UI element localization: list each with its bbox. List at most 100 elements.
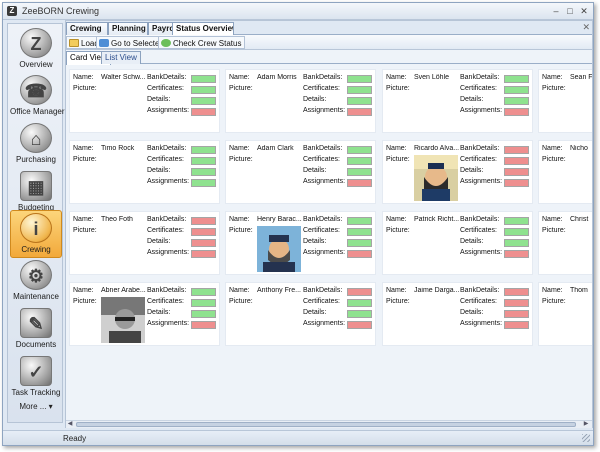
details-label: Details: [460,167,484,174]
crew-card[interactable]: Name: Adam Clark Picture: BankDetails: Certi… [225,140,376,204]
crew-card[interactable]: Name: Timo Rock Picture: BankDetails: Certif… [69,140,220,204]
certs-label: Certificates: [147,227,184,234]
crew-card[interactable]: Name: Henry Barac... Picture: BankDetails: C… [225,211,376,275]
bank-label: BankDetails: [147,216,187,223]
crew-card[interactable]: Name: Abner Arabe... Picture: BankDetails: C… [69,282,220,346]
details-label: Details: [303,167,327,174]
name-label: Name: [542,74,563,81]
bank-label: BankDetails: [147,287,187,294]
tab-label: Status Overview [176,24,234,33]
check-crew-status-button[interactable]: Check Crew Status [158,36,246,49]
crew-card[interactable]: Name: Sven Löhle Picture: BankDetails: Certi… [382,69,533,133]
crew-card[interactable]: Name: Ricardo Alva... Picture: BankDetails:… [382,140,533,204]
name-label: Name: [73,74,94,81]
sidebar-item-crewing[interactable]: i Crewing [10,210,62,258]
details-label: Details: [303,238,327,245]
crew-card[interactable]: Name: Jaime Darga... Picture: BankDetails: C… [382,282,533,346]
close-tab-icon[interactable]: ✕ [582,22,590,33]
assign-status-indicator [191,179,216,187]
name-label: Name: [229,74,250,81]
tab-planning[interactable]: Planning [108,22,148,35]
assign-label: Assignments: [303,178,346,185]
details-label: Details: [460,238,484,245]
name-label: Name: [386,287,407,294]
main-panel: Crewing Planning Payro Status Overview ✕… [65,20,593,428]
details-status-indicator [191,168,216,176]
status-bar: Ready [3,430,593,445]
crew-card-grid[interactable]: Name: Walter Schw... Picture: BankDetails: C… [66,65,592,421]
sidebar-item-maintenance[interactable]: ⚙ Maintenance [10,258,62,306]
sidebar-item-label: Documents [15,340,57,349]
crew-card[interactable]: Name: Nicho Picture: [538,140,592,204]
assign-status-indicator [504,321,529,329]
minimize-icon[interactable]: – [549,5,563,17]
sidebar-item-office-manager[interactable]: ☎ Office Manager [10,73,65,121]
crew-card[interactable]: Name: Christ Picture: [538,211,592,275]
bank-label: BankDetails: [147,74,187,81]
sidebar-item-task-tracking[interactable]: ✓ Task Tracking [10,354,62,402]
name-label: Name: [73,145,94,152]
window-title: ZeeBORN Crewing [22,6,100,16]
sidebar-item-overview[interactable]: Z Overview [10,26,62,74]
certs-status-indicator [347,299,372,307]
certs-label: Certificates: [147,298,184,305]
details-status-indicator [347,97,372,105]
maximize-icon[interactable]: □ [563,5,577,17]
folder-icon [69,39,79,47]
certs-status-indicator [191,228,216,236]
name-label: Name: [73,287,94,294]
tab-payroll[interactable]: Payro [148,22,173,35]
assign-label: Assignments: [303,249,346,256]
sidebar-item-purchasing[interactable]: ⌂ Purchasing [10,121,62,169]
tab-label: Payro [152,24,173,33]
assign-label: Assignments: [303,320,346,327]
document-tab-strip: Crewing Planning Payro Status Overview ✕ [66,21,592,36]
scrollbar-thumb[interactable] [76,422,576,427]
crew-card[interactable]: Name: Adam Morris Picture: BankDetails: Cert… [225,69,376,133]
crew-name: Ricardo Alva... [414,145,460,152]
icon-glyph: ☎ [24,81,48,101]
budgeting-icon: ▦ [20,171,52,201]
picture-label: Picture: [542,85,566,92]
certs-label: Certificates: [303,85,340,92]
sidebar-item-label: Maintenance [13,292,59,301]
crew-card[interactable]: Name: Thom Picture: [538,282,592,346]
bank-status-indicator [347,288,372,296]
tab-status-overview[interactable]: Status Overview [172,22,234,36]
picture-label: Picture: [229,227,253,234]
bank-label: BankDetails: [303,74,343,81]
horizontal-scrollbar[interactable]: ◀ ▶ [66,420,592,428]
crew-card[interactable]: Name: Anthony Fre... Picture: BankDetails: C… [225,282,376,346]
bank-status-indicator [504,217,529,225]
certs-label: Certificates: [460,156,497,163]
crew-card[interactable]: Name: Patrick Richt... Picture: BankDetails… [382,211,533,275]
crew-card[interactable]: Name: Walter Schw... Picture: BankDetails: C… [69,69,220,133]
resize-grip-icon[interactable] [582,434,590,442]
bank-label: BankDetails: [460,287,500,294]
task-tracking-icon: ✓ [20,356,52,386]
crew-card[interactable]: Name: Sean F Picture: [538,69,592,133]
details-status-indicator [347,168,372,176]
details-status-indicator [347,310,372,318]
name-label: Name: [386,216,407,223]
bank-status-indicator [191,75,216,83]
crew-name: Sven Löhle [414,74,450,81]
icon-glyph: ✎ [28,314,44,334]
tab-crewing[interactable]: Crewing [66,22,108,35]
documents-icon: ✎ [20,308,52,338]
close-icon[interactable]: ✕ [577,5,591,17]
sidebar-item-documents[interactable]: ✎ Documents [10,306,62,354]
assign-label: Assignments: [147,320,190,327]
tab-list-view[interactable]: List View [101,51,141,64]
picture-label: Picture: [73,85,97,92]
picture-label: Picture: [73,298,97,305]
picture-label: Picture: [229,85,253,92]
purchasing-icon: ⌂ [20,123,52,153]
assign-label: Assignments: [460,178,503,185]
bank-status-indicator [191,217,216,225]
picture-label: Picture: [386,227,410,234]
assign-status-indicator [347,321,372,329]
crew-card[interactable]: Name: Theo Foth Picture: BankDetails: Certif… [69,211,220,275]
scroll-right-icon[interactable]: ▶ [582,421,590,428]
scroll-left-icon[interactable]: ◀ [66,421,74,428]
